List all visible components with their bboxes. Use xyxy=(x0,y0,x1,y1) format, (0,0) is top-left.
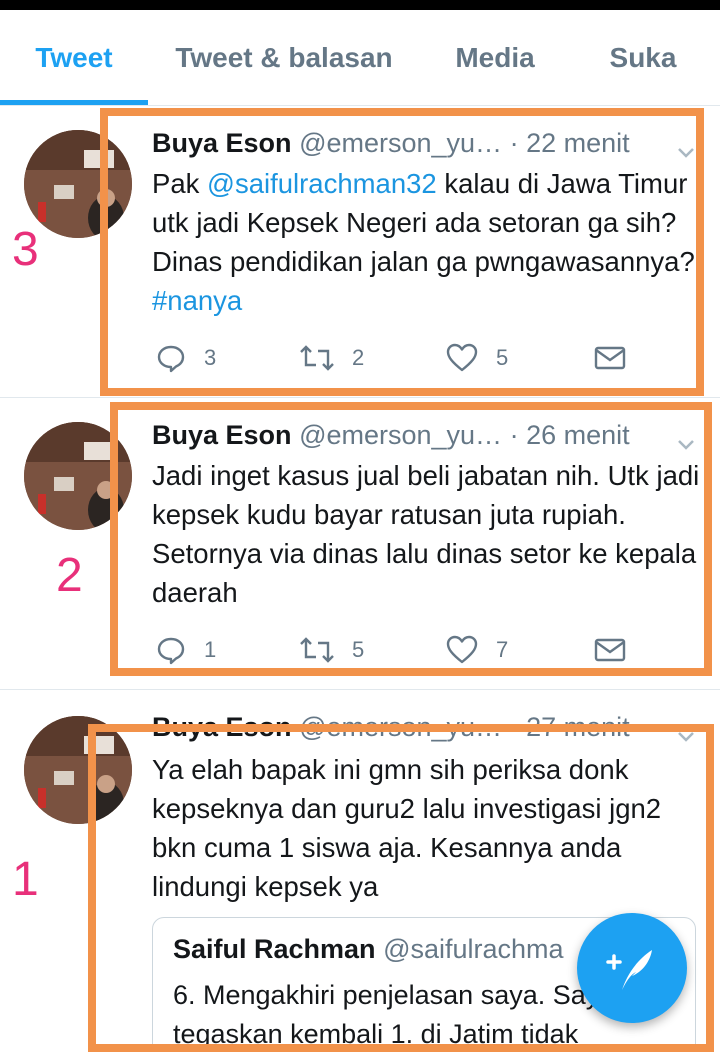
tab-likes[interactable]: Suka xyxy=(570,10,716,106)
annotation-number-2: 2 xyxy=(56,549,83,602)
status-bar xyxy=(0,0,720,10)
profile-tabs: Tweet Tweet & balasan Media Suka xyxy=(0,10,720,106)
tab-media[interactable]: Media xyxy=(420,10,570,106)
annotation-box-1 xyxy=(88,724,714,1052)
active-tab-indicator xyxy=(0,100,148,105)
annotation-box-3 xyxy=(100,108,704,396)
annotation-box-2 xyxy=(110,402,712,676)
annotation-number-3: 3 xyxy=(12,223,39,276)
tab-tweet[interactable]: Tweet xyxy=(0,10,148,106)
tab-tweet-and-replies[interactable]: Tweet & balasan xyxy=(148,10,420,106)
annotation-number-1: 1 xyxy=(12,853,39,906)
